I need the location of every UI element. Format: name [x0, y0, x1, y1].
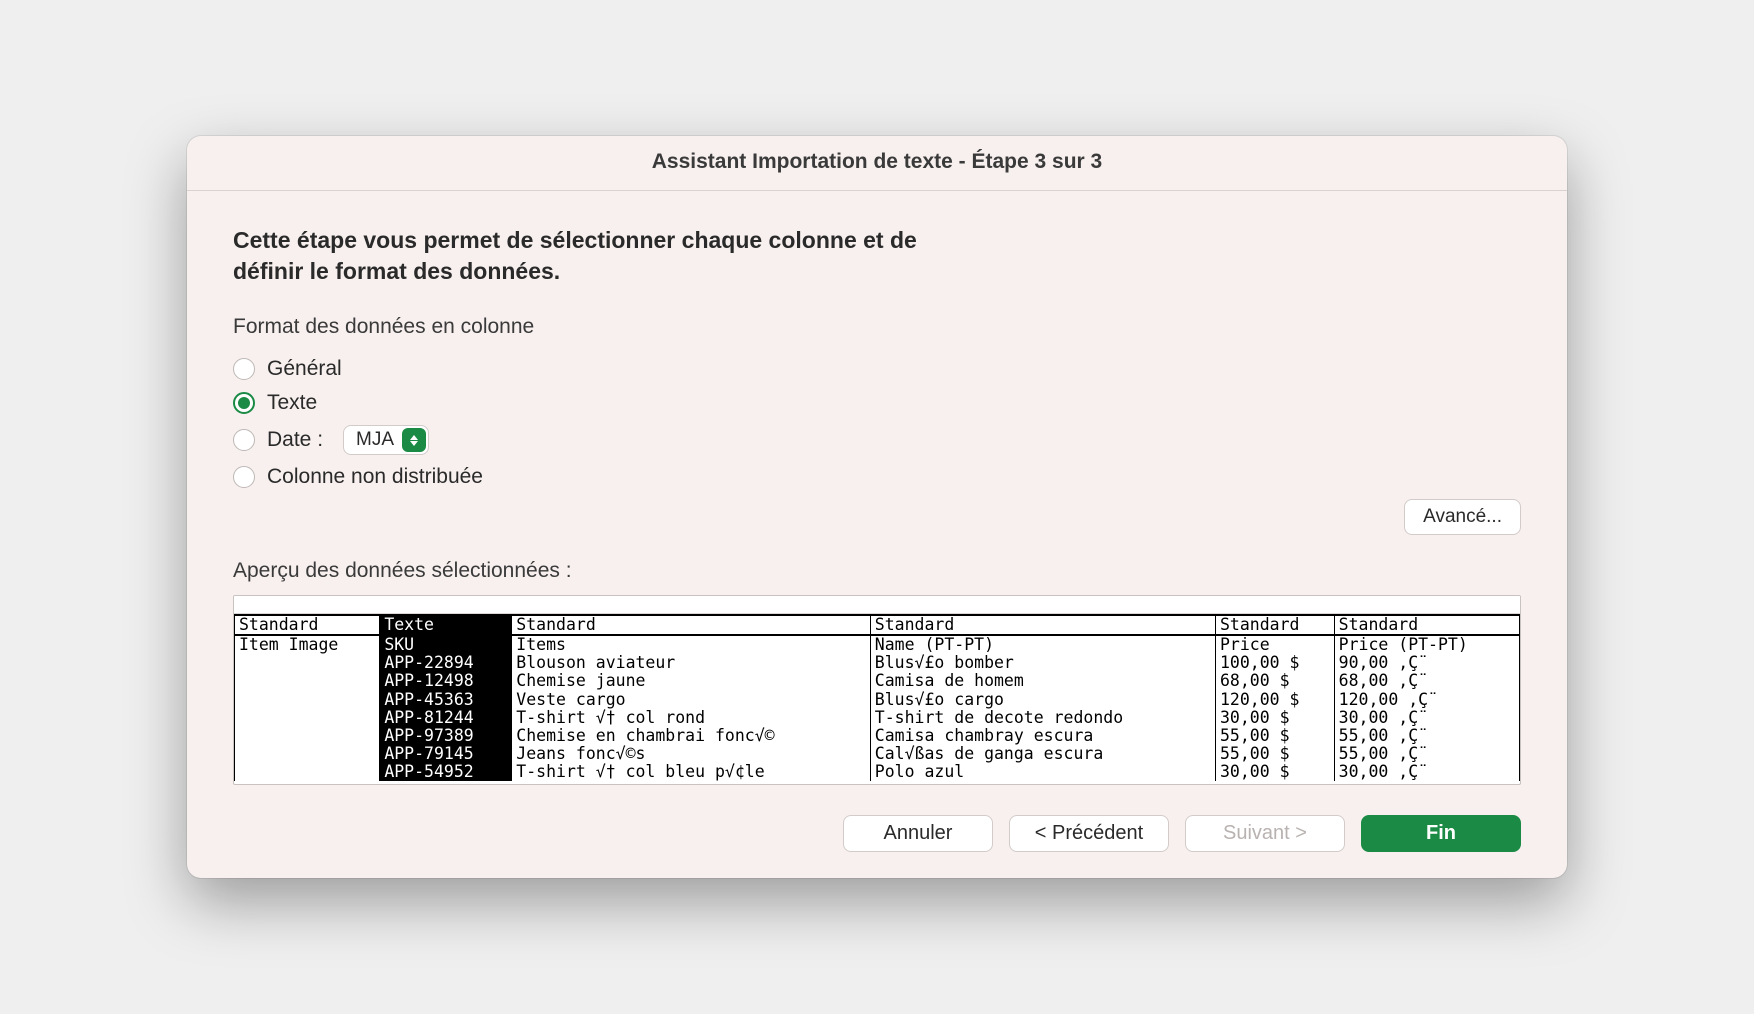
cell: APP-79145: [380, 745, 512, 763]
preview-label: Aperçu des données sélectionnées :: [233, 559, 1521, 583]
cell: Camisa chambray escura: [870, 727, 1215, 745]
column-format-label: Format des données en colonne: [233, 315, 1521, 339]
cell: Cal√ßas de ganga escura: [870, 745, 1215, 763]
cell: 55,00 ‚Ç¨: [1334, 727, 1519, 745]
radio-label: Général: [267, 357, 342, 381]
col-format-header[interactable]: Standard: [1334, 616, 1519, 636]
cell: Veste cargo: [512, 691, 871, 709]
radio-text[interactable]: Texte: [233, 391, 1521, 415]
format-header-row: Standard Texte Standard Standard Standar…: [235, 616, 1520, 636]
cancel-button[interactable]: Annuler: [843, 815, 993, 852]
cell: 90,00 ‚Ç¨: [1334, 654, 1519, 672]
cell: T-shirt de decote redondo: [870, 709, 1215, 727]
cell: 120,00 $: [1215, 691, 1334, 709]
table-row: APP-12498 Chemise jaune Camisa de homem …: [235, 672, 1520, 690]
cell: Price (PT-PT): [1334, 635, 1519, 654]
radio-skip-column[interactable]: Colonne non distribuée: [233, 465, 1521, 489]
cell: 120,00 ‚Ç¨: [1334, 691, 1519, 709]
cell: Blus√£o cargo: [870, 691, 1215, 709]
advanced-button[interactable]: Avancé...: [1404, 499, 1521, 535]
cell: APP-12498: [380, 672, 512, 690]
col-format-header[interactable]: Standard: [512, 616, 871, 636]
radio-icon: [233, 466, 255, 488]
cell: Jeans fonc√©s: [512, 745, 871, 763]
finish-button[interactable]: Fin: [1361, 815, 1521, 852]
radio-date[interactable]: Date : MJA: [233, 425, 1521, 455]
table-row: APP-45363 Veste cargo Blus√£o cargo 120,…: [235, 691, 1520, 709]
cell: 30,00 $: [1215, 763, 1334, 781]
cell: APP-97389: [380, 727, 512, 745]
cell: 100,00 $: [1215, 654, 1334, 672]
radio-icon: [233, 358, 255, 380]
radio-icon: [233, 392, 255, 414]
radio-icon: [233, 429, 255, 451]
table-row: APP-81244 T-shirt √† col rond T-shirt de…: [235, 709, 1520, 727]
table-row: APP-54952 T-shirt √† col bleu p√¢le Polo…: [235, 763, 1520, 781]
cell: T-shirt √† col bleu p√¢le: [512, 763, 871, 781]
cell: Name (PT-PT): [870, 635, 1215, 654]
cell: 30,00 ‚Ç¨: [1334, 709, 1519, 727]
cell: [235, 691, 380, 709]
cell: Chemise en chambrai fonc√©: [512, 727, 871, 745]
radio-label: Texte: [267, 391, 317, 415]
cell: APP-45363: [380, 691, 512, 709]
table-row: Item Image SKU Items Name (PT-PT) Price …: [235, 635, 1520, 654]
cell: [235, 763, 380, 781]
cell: Items: [512, 635, 871, 654]
cell: [235, 727, 380, 745]
table-row: APP-97389 Chemise en chambrai fonc√© Cam…: [235, 727, 1520, 745]
radio-label: Colonne non distribuée: [267, 465, 483, 489]
cell: Price: [1215, 635, 1334, 654]
step-intro-text: Cette étape vous permet de sélectionner …: [233, 225, 953, 287]
cell: 30,00 ‚Ç¨: [1334, 763, 1519, 781]
import-wizard-window: Assistant Importation de texte - Étape 3…: [187, 136, 1567, 878]
radio-label: Date :: [267, 428, 323, 452]
cell: [235, 672, 380, 690]
cell: APP-22894: [380, 654, 512, 672]
table-row: APP-79145 Jeans fonc√©s Cal√ßas de ganga…: [235, 745, 1520, 763]
cell: APP-81244: [380, 709, 512, 727]
data-preview[interactable]: Standard Texte Standard Standard Standar…: [233, 595, 1521, 785]
next-button: Suivant >: [1185, 815, 1345, 852]
cell: [235, 745, 380, 763]
cell: [235, 654, 380, 672]
cell: 68,00 $: [1215, 672, 1334, 690]
cell: 30,00 $: [1215, 709, 1334, 727]
cell: APP-54952: [380, 763, 512, 781]
table-row: APP-22894 Blouson aviateur Blus√£o bombe…: [235, 654, 1520, 672]
cell: Camisa de homem: [870, 672, 1215, 690]
col-format-header[interactable]: Standard: [235, 616, 380, 636]
col-format-header[interactable]: Standard: [870, 616, 1215, 636]
cell: T-shirt √† col rond: [512, 709, 871, 727]
back-button[interactable]: < Précédent: [1009, 815, 1169, 852]
select-stepper-icon: [402, 428, 426, 452]
col-format-header[interactable]: Texte: [380, 616, 512, 636]
col-format-header[interactable]: Standard: [1215, 616, 1334, 636]
radio-general[interactable]: Général: [233, 357, 1521, 381]
cell: Blouson aviateur: [512, 654, 871, 672]
preview-scrollbar-top[interactable]: [234, 596, 1520, 614]
window-title: Assistant Importation de texte - Étape 3…: [187, 136, 1567, 191]
cell: Chemise jaune: [512, 672, 871, 690]
wizard-action-bar: Annuler < Précédent Suivant > Fin: [187, 801, 1567, 878]
cell: 55,00 ‚Ç¨: [1334, 745, 1519, 763]
date-format-select[interactable]: MJA: [343, 425, 429, 455]
cell: Blus√£o bomber: [870, 654, 1215, 672]
cell: 68,00 ‚Ç¨: [1334, 672, 1519, 690]
cell: [235, 709, 380, 727]
cell: 55,00 $: [1215, 745, 1334, 763]
cell: SKU: [380, 635, 512, 654]
cell: Polo azul: [870, 763, 1215, 781]
date-format-value: MJA: [356, 429, 394, 451]
cell: Item Image: [235, 635, 380, 654]
preview-table[interactable]: Standard Texte Standard Standard Standar…: [234, 615, 1520, 781]
cell: 55,00 $: [1215, 727, 1334, 745]
wizard-body: Cette étape vous permet de sélectionner …: [187, 191, 1567, 801]
column-format-radio-group: Général Texte Date : MJA Colonne non dis…: [233, 357, 1521, 489]
